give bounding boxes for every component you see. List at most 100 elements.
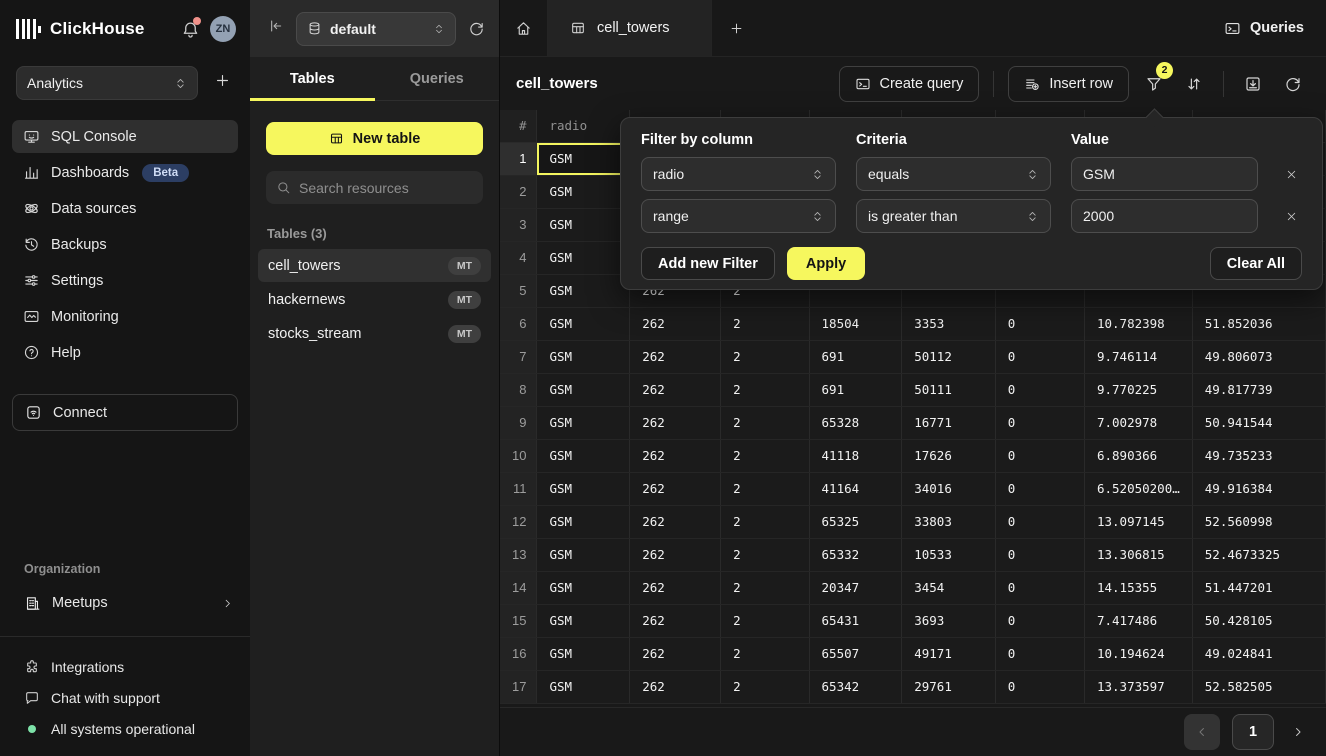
data-cell[interactable]: 49171	[902, 637, 996, 670]
data-cell[interactable]: 0	[995, 472, 1084, 505]
data-cell[interactable]: 49.735233	[1192, 439, 1325, 472]
data-cell[interactable]: GSM	[537, 142, 630, 175]
data-cell[interactable]: 262	[630, 406, 721, 439]
filter-value-input[interactable]	[1071, 199, 1258, 233]
data-cell[interactable]: 262	[630, 373, 721, 406]
data-cell[interactable]: 262	[630, 670, 721, 703]
previous-page-button[interactable]	[1184, 714, 1220, 750]
data-cell[interactable]: 3693	[902, 604, 996, 637]
data-cell[interactable]: 41118	[809, 439, 902, 472]
data-cell[interactable]: 49.916384	[1192, 472, 1325, 505]
data-cell[interactable]: 262	[630, 505, 721, 538]
row-number[interactable]: 13	[500, 538, 537, 571]
data-cell[interactable]: GSM	[537, 505, 630, 538]
data-cell[interactable]: 13.373597	[1084, 670, 1192, 703]
data-cell[interactable]: 52.560998	[1192, 505, 1325, 538]
data-cell[interactable]: GSM	[537, 538, 630, 571]
data-cell[interactable]: 0	[995, 538, 1084, 571]
queries-link[interactable]: Queries	[1224, 20, 1304, 37]
data-cell[interactable]: 0	[995, 604, 1084, 637]
data-cell[interactable]: 17626	[902, 439, 996, 472]
data-cell[interactable]: 7.002978	[1084, 406, 1192, 439]
row-number[interactable]: 10	[500, 439, 537, 472]
data-cell[interactable]: 6.890366	[1084, 439, 1192, 472]
remove-filter-button[interactable]	[1278, 203, 1304, 229]
data-cell[interactable]: 691	[809, 340, 902, 373]
data-cell[interactable]: GSM	[537, 307, 630, 340]
row-number[interactable]: 17	[500, 670, 537, 703]
sidebar-item-monitoring[interactable]: Monitoring	[12, 300, 238, 333]
data-cell[interactable]: 51.852036	[1192, 307, 1325, 340]
data-cell[interactable]: 49.817739	[1192, 373, 1325, 406]
row-number[interactable]: 8	[500, 373, 537, 406]
data-cell[interactable]: 2	[721, 538, 809, 571]
data-cell[interactable]: 262	[630, 538, 721, 571]
database-select[interactable]: default	[296, 12, 456, 46]
data-cell[interactable]: 0	[995, 439, 1084, 472]
data-cell[interactable]: GSM	[537, 241, 630, 274]
row-number[interactable]: 3	[500, 208, 537, 241]
row-number[interactable]: 7	[500, 340, 537, 373]
data-cell[interactable]: 34016	[902, 472, 996, 505]
sidebar-item-settings[interactable]: Settings	[12, 264, 238, 297]
insert-row-button[interactable]: Insert row	[1008, 66, 1129, 102]
collapse-panel-button[interactable]	[268, 18, 284, 39]
data-cell[interactable]: 262	[630, 472, 721, 505]
data-cell[interactable]: 0	[995, 505, 1084, 538]
data-cell[interactable]: GSM	[537, 175, 630, 208]
data-cell[interactable]: 0	[995, 307, 1084, 340]
data-cell[interactable]: 50.941544	[1192, 406, 1325, 439]
data-cell[interactable]: 2	[721, 439, 809, 472]
filter-criteria-select[interactable]: equals	[856, 157, 1051, 191]
filter-column-select[interactable]: radio	[641, 157, 836, 191]
data-cell[interactable]: 14.15355	[1084, 571, 1192, 604]
data-cell[interactable]: 262	[630, 439, 721, 472]
data-cell[interactable]: 2	[721, 604, 809, 637]
data-cell[interactable]: 2	[721, 670, 809, 703]
sidebar-item-sql-console[interactable]: SQL Console	[12, 120, 238, 153]
data-cell[interactable]: 50.428105	[1192, 604, 1325, 637]
sidebar-item-backups[interactable]: Backups	[12, 228, 238, 261]
data-cell[interactable]: 2	[721, 571, 809, 604]
next-page-button[interactable]	[1286, 714, 1310, 750]
sidebar-item-help[interactable]: Help	[12, 336, 238, 369]
row-number[interactable]: 14	[500, 571, 537, 604]
data-cell[interactable]: 41164	[809, 472, 902, 505]
data-cell[interactable]: 13.097145	[1084, 505, 1192, 538]
search-input[interactable]	[299, 180, 473, 196]
data-cell[interactable]: 0	[995, 670, 1084, 703]
data-cell[interactable]: 10.782398	[1084, 307, 1192, 340]
row-number[interactable]: 2	[500, 175, 537, 208]
add-workspace-button[interactable]	[210, 72, 234, 95]
data-cell[interactable]: 65325	[809, 505, 902, 538]
data-cell[interactable]: 33803	[902, 505, 996, 538]
clear-all-filters-button[interactable]: Clear All	[1210, 247, 1302, 280]
row-number[interactable]: 6	[500, 307, 537, 340]
row-number[interactable]: 9	[500, 406, 537, 439]
row-number[interactable]: 1	[500, 142, 537, 175]
tab-cell-towers[interactable]: cell_towers	[548, 0, 712, 56]
create-query-button[interactable]: Create query	[839, 66, 980, 102]
data-cell[interactable]: 262	[630, 307, 721, 340]
filter-button[interactable]: 2	[1139, 69, 1169, 99]
add-filter-button[interactable]: Add new Filter	[641, 247, 775, 280]
data-cell[interactable]: 9.770225	[1084, 373, 1192, 406]
data-cell[interactable]: 2	[721, 307, 809, 340]
data-cell[interactable]: 65342	[809, 670, 902, 703]
data-cell[interactable]: GSM	[537, 637, 630, 670]
data-cell[interactable]: 18504	[809, 307, 902, 340]
data-cell[interactable]: 262	[630, 604, 721, 637]
download-button[interactable]	[1238, 69, 1268, 99]
row-number[interactable]: 15	[500, 604, 537, 637]
data-cell[interactable]: 2	[721, 373, 809, 406]
sidebar-item-data-sources[interactable]: Data sources	[12, 192, 238, 225]
filter-value-input[interactable]	[1071, 157, 1258, 191]
data-cell[interactable]: GSM	[537, 670, 630, 703]
notifications-bell-icon[interactable]	[179, 18, 201, 40]
avatar[interactable]: ZN	[210, 16, 236, 42]
data-cell[interactable]: 52.4673325	[1192, 538, 1325, 571]
data-cell[interactable]: 51.447201	[1192, 571, 1325, 604]
data-cell[interactable]: 3353	[902, 307, 996, 340]
refresh-table-button[interactable]	[1278, 69, 1308, 99]
table-list-item-cell-towers[interactable]: cell_towersMT	[258, 249, 491, 282]
